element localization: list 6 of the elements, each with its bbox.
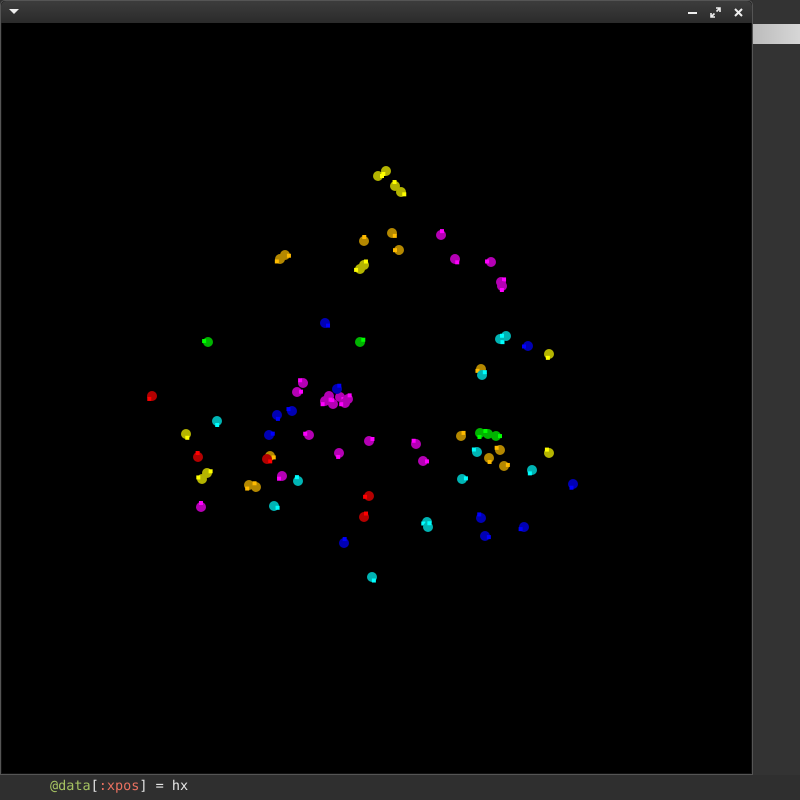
code-line: @data[:xpos] = hx	[50, 777, 188, 796]
maximize-button[interactable]	[708, 4, 723, 20]
close-icon	[733, 6, 744, 18]
maximize-icon	[710, 6, 721, 18]
tab-bar	[753, 24, 800, 44]
menu-caret-icon[interactable]	[9, 9, 19, 15]
